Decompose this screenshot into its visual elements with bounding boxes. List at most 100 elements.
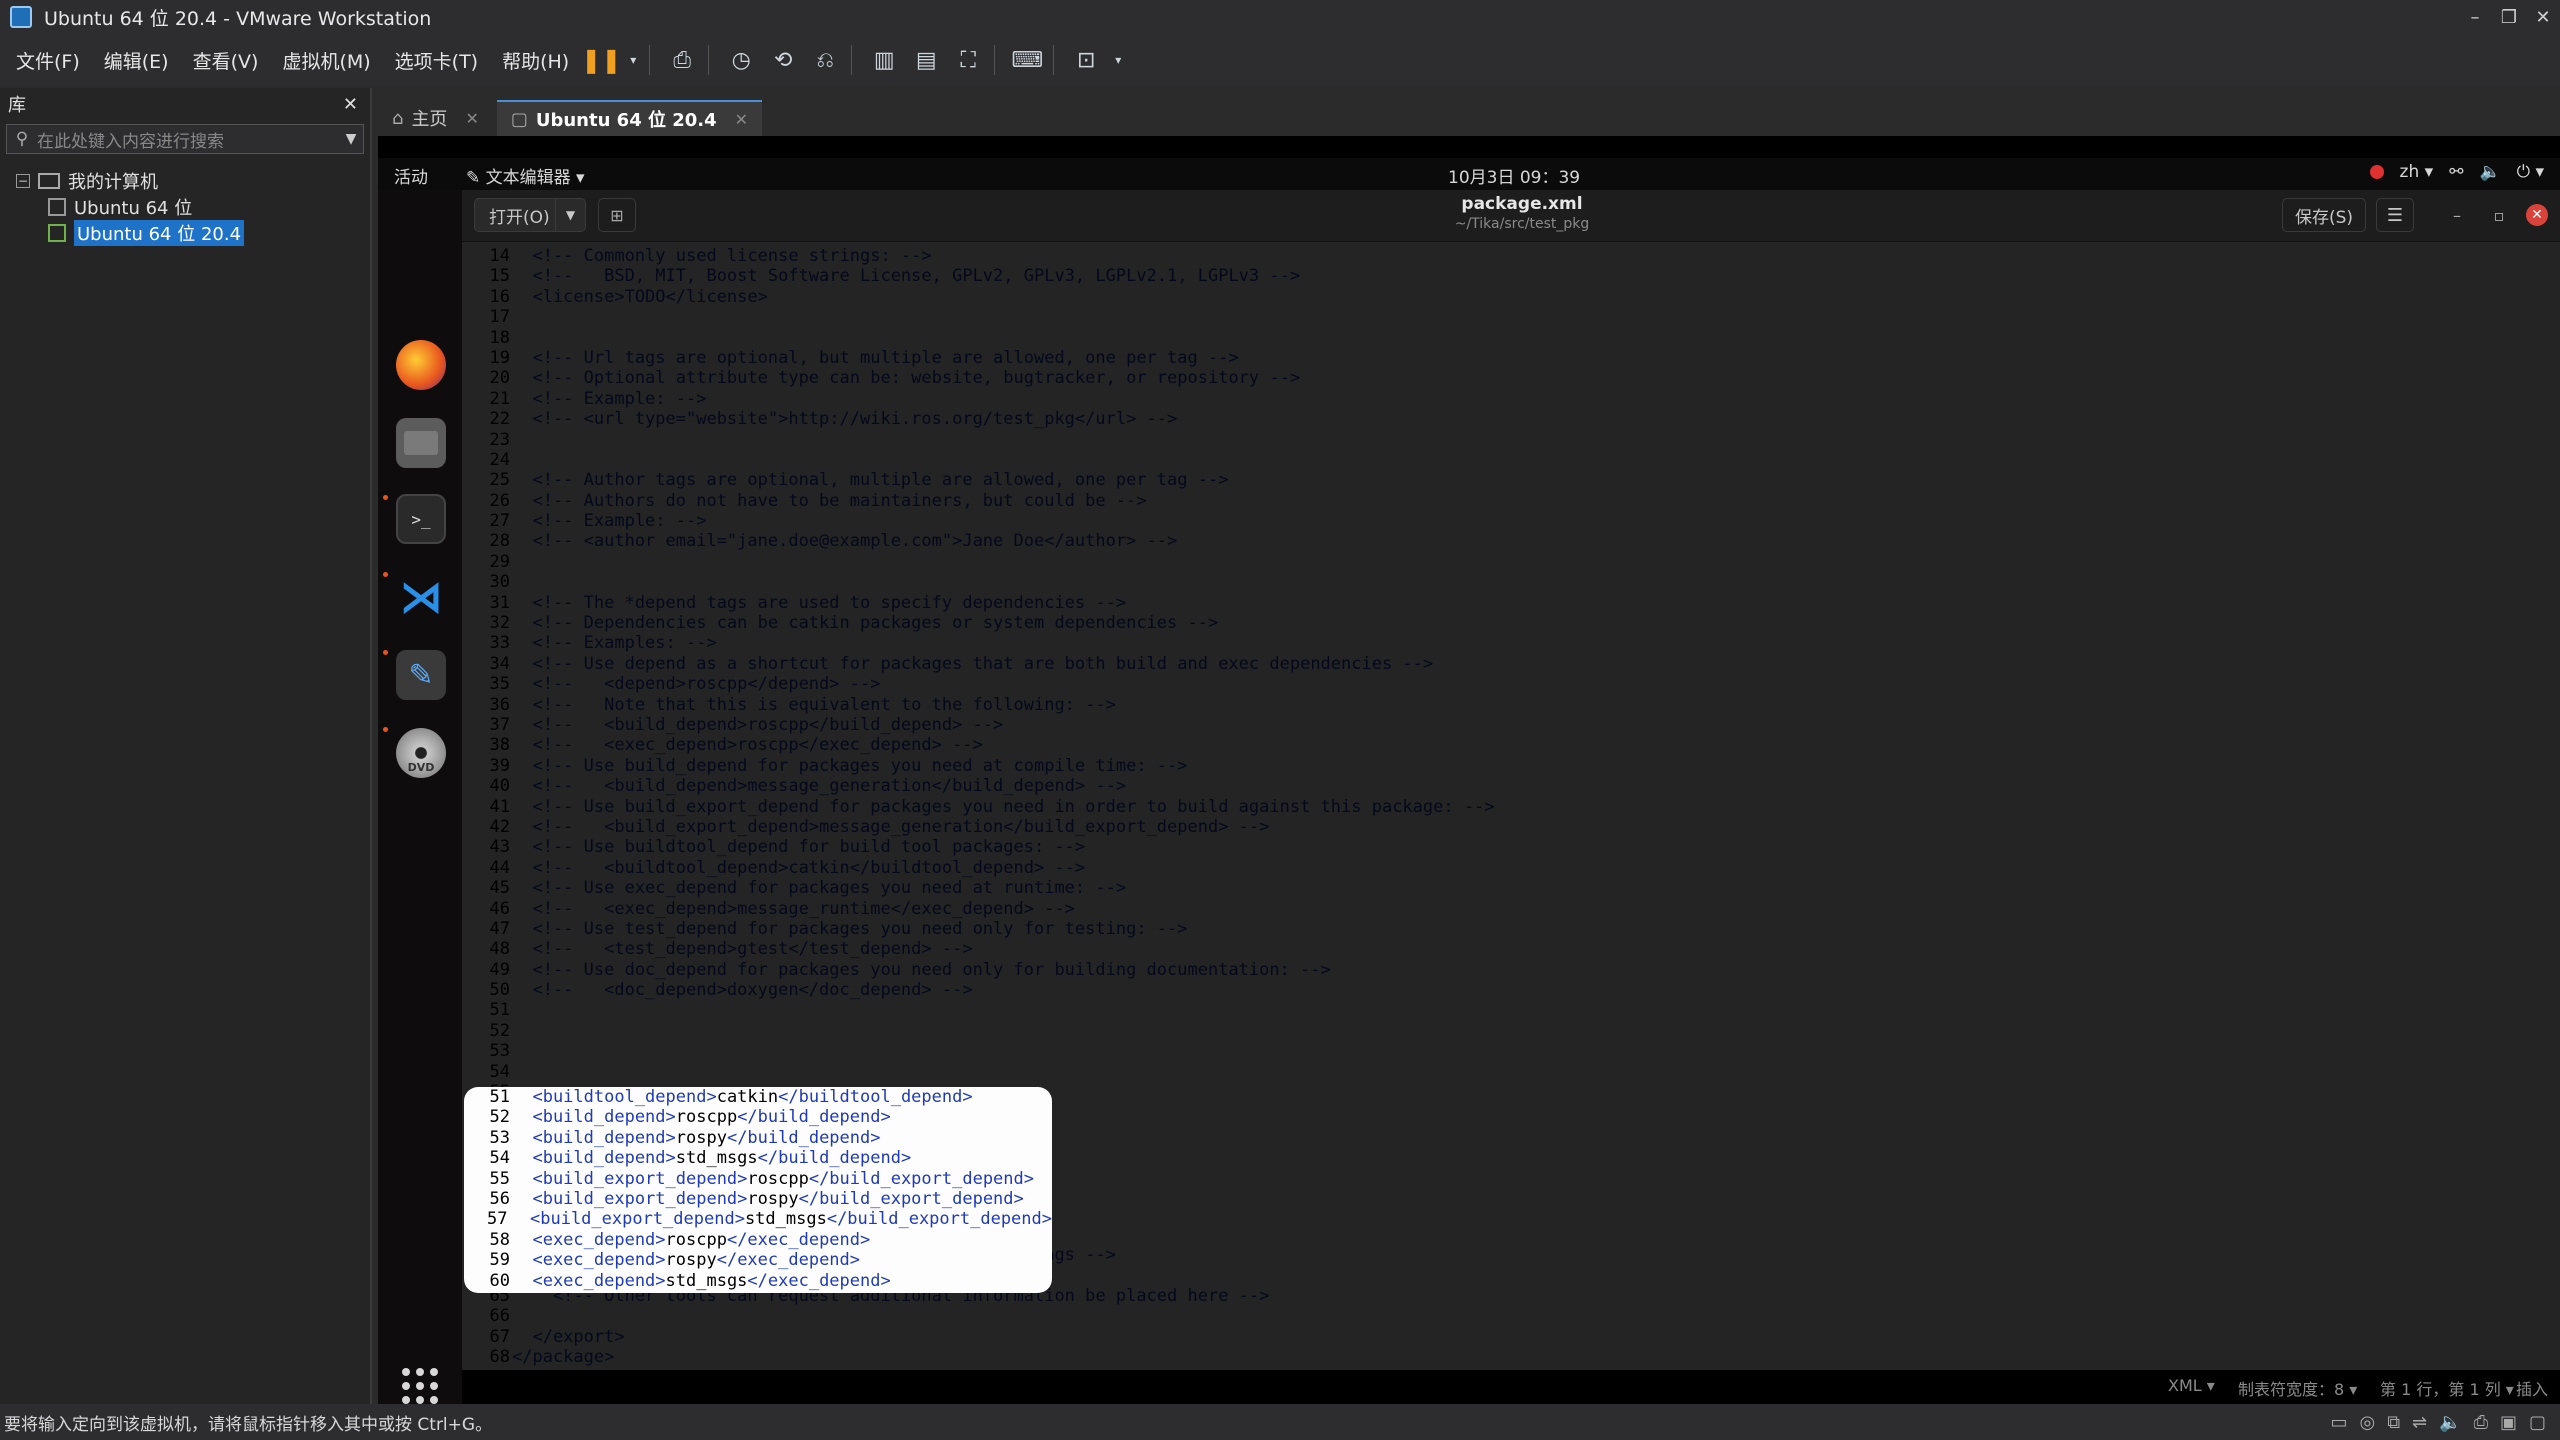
- text-editor-icon[interactable]: ✎: [396, 650, 446, 700]
- line-number: 39: [489, 755, 510, 776]
- line-text: <!-- Dependencies can be catkin packages…: [512, 613, 1219, 634]
- line-number: 51: [489, 1087, 510, 1107]
- revert-snapshot-icon[interactable]: ⟲: [765, 42, 801, 78]
- line-number: 19: [489, 347, 510, 368]
- gedit-headerbar: 打开(O) ▼ ⊞ package.xml ~/Tika/src/test_pk…: [462, 190, 2560, 242]
- open-dropdown-icon[interactable]: ▼: [555, 199, 585, 231]
- record-stop-icon[interactable]: [2369, 165, 2384, 179]
- thumbnail-bar-icon[interactable]: ▤: [908, 42, 944, 78]
- line-text: <exec_depend>std_msgs</exec_depend>: [510, 1270, 890, 1291]
- line-text: <!-- Use depend as a shortcut for packag…: [512, 653, 1434, 674]
- line-number: 48: [489, 939, 510, 960]
- close-button[interactable]: ✕: [2526, 0, 2560, 34]
- line-text: <!-- <author email="jane.doe@example.com…: [512, 531, 1178, 552]
- minimize-button[interactable]: –: [2458, 0, 2492, 34]
- code-line: 26 <!-- Authors do not have to be mainta…: [462, 491, 1495, 511]
- vscode-icon[interactable]: ⋊: [396, 572, 446, 623]
- language-selector[interactable]: XML ▾: [2168, 1376, 2215, 1395]
- open-tag: <exec_depend>: [512, 1270, 666, 1291]
- line-number: 54: [489, 1148, 510, 1169]
- close-tag: </buildtool_depend>: [778, 1087, 973, 1107]
- dvd-icon[interactable]: DVD: [396, 728, 446, 778]
- editor-text-area[interactable]: 14 <!-- Commonly used license strings: -…: [462, 242, 2560, 1370]
- line-text: <build_export_depend>roscpp</build_expor…: [510, 1169, 1034, 1189]
- line-number: 56: [489, 1188, 510, 1209]
- hard-disk-icon[interactable]: ▭: [2330, 1412, 2347, 1433]
- message-icon[interactable]: ▢: [2529, 1412, 2546, 1433]
- snapshot-icon[interactable]: ◷: [723, 42, 759, 78]
- tab-home[interactable]: ⌂ 主页 ✕: [378, 100, 493, 136]
- pause-icon[interactable]: ❚❚: [581, 42, 621, 78]
- tree-node-vm-selected[interactable]: Ubuntu 64 位 20.4: [0, 220, 370, 246]
- line-number: 58: [489, 1229, 510, 1250]
- menu-tabs[interactable]: 选项卡(T): [395, 47, 478, 74]
- show-applications-icon[interactable]: [402, 1368, 438, 1404]
- open-button[interactable]: 打开(O) ▼: [474, 198, 586, 232]
- hamburger-menu-icon[interactable]: ☰: [2376, 198, 2414, 232]
- code-line: 52: [462, 1021, 1495, 1041]
- gedit-window: 打开(O) ▼ ⊞ package.xml ~/Tika/src/test_pk…: [462, 190, 2560, 1404]
- snapshot-manager-icon[interactable]: ⎌: [807, 42, 843, 78]
- send-ctrl-alt-del-icon[interactable]: ⎙: [664, 42, 700, 78]
- language-label: XML: [2168, 1376, 2202, 1395]
- save-button[interactable]: 保存(S): [2282, 198, 2366, 232]
- tree-node-my-computer[interactable]: − 我的计算机: [0, 168, 370, 194]
- open-tag: <build_export_depend>: [509, 1209, 745, 1230]
- input-method-indicator[interactable]: zh ▾: [2400, 162, 2434, 182]
- app-menu[interactable]: ✎ 文本编辑器 ▾: [466, 163, 585, 188]
- line-number: 59: [489, 1250, 510, 1271]
- dependency-value: rospy: [675, 1127, 727, 1148]
- line-text: <!-- Author tags are optional, multiple …: [512, 470, 1229, 491]
- menu-view[interactable]: 查看(V): [193, 47, 259, 74]
- restore-button[interactable]: ❐: [2492, 0, 2526, 34]
- activities-button[interactable]: 活动: [394, 163, 428, 188]
- gedit-maximize-icon[interactable]: ▫: [2484, 200, 2514, 230]
- tab-close-icon[interactable]: ✕: [735, 110, 748, 129]
- power-dropdown-icon[interactable]: ▾: [625, 42, 641, 78]
- line-text: <build_export_depend>rospy</build_export…: [510, 1189, 1023, 1209]
- menu-vm[interactable]: 虚拟机(M): [282, 47, 370, 74]
- console-view-icon[interactable]: ⌨: [1009, 42, 1045, 78]
- usb-icon[interactable]: ⇌: [2412, 1412, 2427, 1433]
- system-tray[interactable]: zh ▾ ⚯ 🔈 ⏻ ▾: [2369, 162, 2544, 182]
- gedit-close-icon[interactable]: ✕: [2526, 204, 2548, 226]
- fullscreen-icon[interactable]: ⛶: [950, 42, 986, 78]
- code-line: 30: [462, 572, 1495, 592]
- network-adapter-icon[interactable]: ⧉: [2387, 1412, 2400, 1433]
- collapse-icon[interactable]: −: [16, 174, 30, 188]
- menu-help[interactable]: 帮助(H): [502, 47, 569, 74]
- menu-edit[interactable]: 编辑(E): [104, 47, 169, 74]
- stretch-guest-icon[interactable]: ⊡: [1068, 42, 1104, 78]
- gedit-minimize-icon[interactable]: –: [2442, 200, 2472, 230]
- show-library-icon[interactable]: ▥: [866, 42, 902, 78]
- close-tag: </build_depend>: [757, 1148, 912, 1169]
- printer-icon[interactable]: ⎙: [2474, 1412, 2488, 1433]
- tree-node-vm[interactable]: Ubuntu 64 位: [0, 194, 370, 220]
- close-tag: </build_export_depend>: [826, 1209, 1052, 1230]
- vm-screen[interactable]: 活动 ✎ 文本编辑器 ▾ 10月3日 09：39 zh ▾ ⚯ 🔈 ⏻ ▾ >_…: [378, 136, 2560, 1404]
- code-line: 31 <!-- The *depend tags are used to spe…: [462, 593, 1495, 613]
- tab-width-label: 制表符宽度：8: [2238, 1380, 2345, 1399]
- line-number: 47: [489, 918, 510, 939]
- terminal-icon[interactable]: >_: [396, 494, 446, 544]
- clock[interactable]: 10月3日 09：39: [1448, 163, 1580, 188]
- files-icon[interactable]: [396, 418, 446, 468]
- library-close-icon[interactable]: ✕: [343, 94, 358, 115]
- cursor-position[interactable]: 第 1 行，第 1 列 ▾: [2380, 1376, 2514, 1400]
- tab-ubuntu[interactable]: ▢ Ubuntu 64 位 20.4 ✕: [496, 100, 763, 136]
- code-line: 40 <!-- <build_depend>message_generation…: [462, 776, 1495, 796]
- code-line: 27 <!-- Example: -->: [462, 511, 1495, 531]
- sound-icon[interactable]: 🔈: [2439, 1412, 2461, 1433]
- library-search-input[interactable]: ⚲ 在此处键入内容进行搜索 ▼: [6, 124, 364, 154]
- tab-width-selector[interactable]: 制表符宽度：8 ▾: [2238, 1376, 2357, 1400]
- new-tab-icon[interactable]: ⊞: [598, 198, 636, 232]
- tab-close-icon[interactable]: ✕: [465, 109, 478, 128]
- stretch-dropdown-icon[interactable]: ▾: [1110, 42, 1126, 78]
- line-number: 27: [489, 511, 510, 532]
- menu-file[interactable]: 文件(F): [16, 47, 80, 74]
- line-text: <!-- <url type="website">http://wiki.ros…: [512, 409, 1178, 430]
- display-icon[interactable]: ▣: [2500, 1412, 2517, 1433]
- firefox-icon[interactable]: [396, 340, 446, 390]
- search-dropdown-icon[interactable]: ▼: [339, 131, 363, 147]
- cd-drive-icon[interactable]: ◎: [2359, 1412, 2375, 1433]
